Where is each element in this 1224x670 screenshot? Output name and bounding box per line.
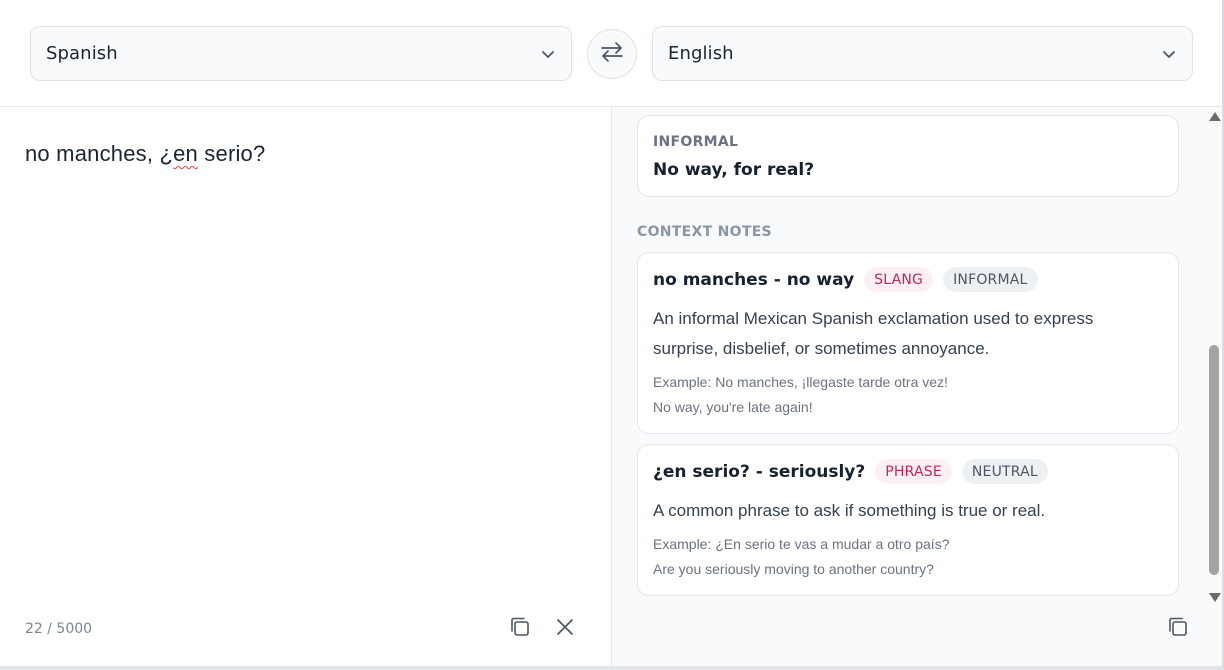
note-example-target: Are you seriously moving to another coun… bbox=[653, 561, 934, 577]
note-example-source: Example: ¿En serio te vas a mudar a otro… bbox=[653, 536, 950, 552]
swap-arrows-icon bbox=[600, 41, 624, 67]
note-example-target: No way, you're late again! bbox=[653, 399, 813, 415]
source-text-part: no manches, ¿ bbox=[25, 141, 174, 166]
note-description: A common phrase to ask if something is t… bbox=[653, 501, 1046, 520]
context-notes-title: CONTEXT NOTES bbox=[637, 224, 772, 240]
informal-translation-card: INFORMAL No way, for real? bbox=[637, 115, 1179, 197]
target-language-select[interactable]: English bbox=[652, 26, 1193, 81]
language-bar: Spanish English bbox=[0, 0, 1222, 107]
tag-badge: SLANG bbox=[864, 267, 934, 292]
source-pane: no manches, ¿en serio? 22 / 5000 bbox=[0, 107, 612, 666]
character-count: 22 / 5000 bbox=[25, 621, 93, 637]
note-description: An informal Mexican Spanish exclamation … bbox=[653, 309, 1094, 358]
chevron-down-icon bbox=[1160, 45, 1178, 63]
swap-languages-button[interactable] bbox=[587, 29, 637, 79]
source-language-select[interactable]: Spanish bbox=[30, 26, 572, 81]
clear-source-button[interactable] bbox=[552, 616, 578, 642]
note-header: no manches - no way SLANG INFORMAL bbox=[653, 267, 1038, 292]
context-note-card: ¿en serio? - seriously? PHRASE NEUTRAL A… bbox=[637, 444, 1179, 596]
source-language-label: Spanish bbox=[46, 43, 118, 64]
copy-icon bbox=[509, 616, 531, 642]
spellcheck-flagged-word: en bbox=[173, 141, 198, 166]
source-text-input[interactable]: no manches, ¿en serio? bbox=[25, 141, 265, 167]
copy-translation-button[interactable] bbox=[1165, 616, 1191, 642]
scrollbar-thumb[interactable] bbox=[1209, 345, 1219, 575]
chevron-down-icon bbox=[539, 45, 557, 63]
tag-badge: PHRASE bbox=[875, 459, 952, 484]
note-example-source: Example: No manches, ¡llegaste tarde otr… bbox=[653, 374, 948, 390]
register-label: INFORMAL bbox=[653, 134, 739, 150]
target-language-label: English bbox=[668, 43, 734, 64]
note-title: no manches - no way bbox=[653, 269, 855, 290]
note-header: ¿en serio? - seriously? PHRASE NEUTRAL bbox=[653, 459, 1048, 484]
translation-text: No way, for real? bbox=[653, 160, 815, 180]
note-title: ¿en serio? - seriously? bbox=[653, 461, 866, 482]
close-icon bbox=[556, 618, 574, 640]
source-text-part: serio? bbox=[198, 141, 266, 166]
scroll-up-arrow-icon[interactable] bbox=[1209, 112, 1221, 121]
tag-badge: INFORMAL bbox=[943, 267, 1038, 292]
context-note-card: no manches - no way SLANG INFORMAL An in… bbox=[637, 252, 1179, 434]
copy-icon bbox=[1167, 616, 1189, 642]
translator-app: Spanish English no manches, ¿en serio? 2… bbox=[0, 0, 1224, 670]
scroll-down-arrow-icon[interactable] bbox=[1209, 593, 1221, 602]
translation-pane: INFORMAL No way, for real? CONTEXT NOTES… bbox=[612, 107, 1222, 666]
tag-badge: NEUTRAL bbox=[961, 459, 1048, 484]
copy-source-button[interactable] bbox=[507, 616, 533, 642]
scrollbar[interactable] bbox=[1206, 112, 1222, 606]
